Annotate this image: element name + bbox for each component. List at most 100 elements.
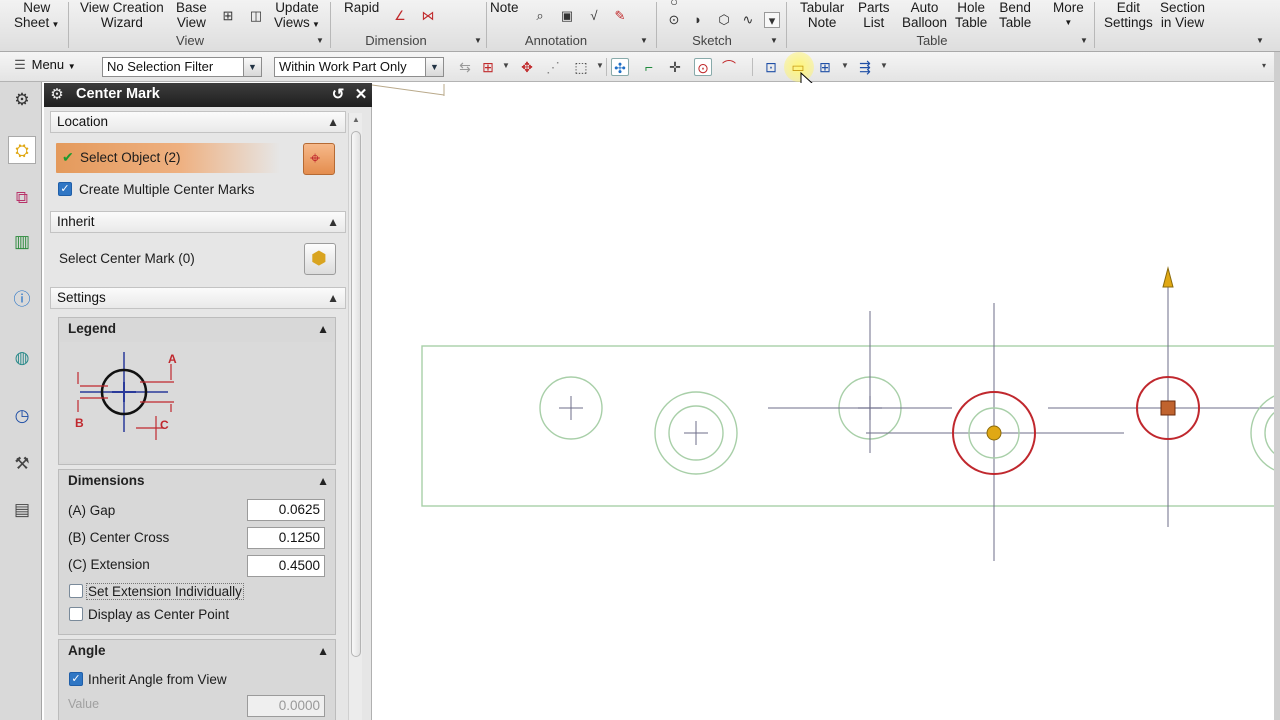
group-expand-icon[interactable]: ▼	[640, 36, 648, 45]
section-in-view-button[interactable]: Section in View	[1160, 0, 1205, 30]
collapse-icon[interactable]: ▲	[327, 288, 339, 308]
center-cross-input[interactable]: 0.1250	[247, 527, 325, 549]
chevron-down-icon[interactable]: ▼	[243, 58, 261, 76]
hole-table-button[interactable]: Hole Table	[955, 0, 987, 30]
view-icon-b[interactable]: ◫	[248, 8, 264, 24]
set-extension-individually-checkbox[interactable]	[69, 584, 83, 598]
menu-button[interactable]: ☰ Menu ▼	[12, 57, 76, 73]
scroll-up-icon[interactable]: ▲	[351, 115, 361, 124]
edit-settings-button[interactable]: Edit Settings	[1104, 0, 1153, 30]
rectangle-select-icon[interactable]: ⬚	[572, 58, 590, 76]
plate-outline[interactable]	[421, 345, 1280, 507]
select-object-row[interactable]: ✔ Select Object (2)	[56, 143, 280, 173]
sketch-circle-icon[interactable]: ○	[666, 0, 682, 10]
group-expand-icon[interactable]: ▼	[1256, 36, 1264, 45]
snap-pattern-icon[interactable]: ⋰	[544, 58, 562, 76]
base-view-button[interactable]: Base View	[176, 0, 207, 30]
view-creation-wizard-button[interactable]: View Creation Wizard	[80, 0, 164, 30]
new-sheet-button[interactable]: New Sheet ▼	[14, 0, 59, 32]
filter-reset-icon[interactable]: ⇆	[456, 58, 474, 76]
hole-1[interactable]	[539, 376, 603, 440]
rapid-dimension-button[interactable]: Rapid	[344, 0, 379, 15]
right-edge-scrollbar[interactable]	[1274, 52, 1280, 720]
update-views-button[interactable]: Update Views ▼	[274, 0, 320, 32]
snap-point-icon[interactable]: ✣	[611, 58, 629, 76]
tabular-note-button[interactable]: Tabular Note	[800, 0, 844, 30]
extension-input[interactable]: 0.4500	[247, 555, 325, 577]
toolbar-overflow-icon[interactable]: ▾	[1262, 61, 1266, 70]
bend-table-button[interactable]: Bend Table	[999, 0, 1031, 30]
sketch-more-icon[interactable]: ▾	[764, 12, 780, 28]
tangent-icon[interactable]: ⌒	[720, 58, 738, 76]
display-center-point-checkbox[interactable]	[69, 607, 83, 621]
view-icon-a[interactable]: ⊞	[220, 8, 236, 24]
part-navigator-icon[interactable]: ⛭	[8, 136, 36, 164]
more-button[interactable]: More ▼	[1053, 0, 1084, 30]
check-icon[interactable]: √	[586, 8, 602, 24]
dimensions-header[interactable]: Dimensions ▲	[59, 470, 335, 492]
gear-icon[interactable]: ⚙	[48, 86, 66, 104]
paint-icon[interactable]: ✎	[612, 8, 628, 24]
web-browser-icon[interactable]: ◍	[8, 344, 36, 372]
gap-input[interactable]: 0.0625	[247, 499, 325, 521]
sketch-point-icon[interactable]: ⊙	[666, 12, 682, 28]
parts-list-button[interactable]: Parts List	[858, 0, 890, 30]
angle-header[interactable]: Angle ▲	[59, 640, 335, 662]
snap-move-icon[interactable]: ✥	[518, 58, 536, 76]
select-center-mark-button[interactable]: ⬢	[304, 243, 336, 275]
inherit-section-header[interactable]: Inherit ▲	[50, 211, 346, 233]
history-clock-icon[interactable]: ◷	[8, 402, 36, 430]
zoom-window-icon[interactable]: ⊡	[762, 58, 780, 76]
sketch-spline-icon[interactable]: ∿	[740, 12, 756, 28]
assembly-navigator-icon[interactable]: ⧉	[8, 184, 36, 212]
direction-arrow-handle[interactable]	[1162, 266, 1174, 288]
group-expand-icon[interactable]: ▼	[474, 36, 482, 45]
grid-icon[interactable]: ⊞	[816, 58, 834, 76]
arc-center-icon[interactable]: ⊙	[694, 58, 712, 76]
select-center-mark-label[interactable]: Select Center Mark (0)	[59, 251, 195, 266]
group-expand-icon[interactable]: ▼	[1080, 36, 1088, 45]
zoom-icon[interactable]: ⌕	[532, 8, 548, 24]
location-section-header[interactable]: Location ▲	[50, 111, 346, 133]
dropdown-arrow-icon[interactable]: ▼	[502, 61, 510, 70]
scroll-thumb[interactable]	[351, 131, 361, 657]
hole-3-center-mark[interactable]	[768, 311, 952, 453]
auto-balloon-button[interactable]: Auto Balloon	[902, 0, 947, 30]
collapse-icon[interactable]: ▲	[317, 470, 329, 492]
dropdown-arrow-icon[interactable]: ▼	[596, 61, 604, 70]
group-expand-icon[interactable]: ▼	[770, 36, 778, 45]
inherit-angle-checkbox[interactable]: ✓	[69, 672, 83, 686]
dialog-scrollbar[interactable]: ▲	[348, 113, 362, 720]
gear-icon[interactable]: ⚙	[8, 86, 36, 114]
settings-section-header[interactable]: Settings ▲	[50, 287, 346, 309]
note-button[interactable]: Note	[490, 0, 519, 15]
roles-icon[interactable]: ▤	[8, 496, 36, 524]
collapse-icon[interactable]: ▲	[327, 212, 339, 232]
reuse-library-icon[interactable]: ▥	[8, 228, 36, 256]
info-icon[interactable]: ⓘ	[8, 286, 36, 314]
dropdown-arrow-icon[interactable]: ▼	[841, 61, 849, 70]
selection-filter-dropdown[interactable]: No Selection Filter ▼	[102, 57, 262, 77]
hole-2[interactable]	[654, 391, 738, 475]
collapse-icon[interactable]: ▲	[317, 318, 329, 340]
hole-5-selected[interactable]	[1048, 283, 1280, 527]
image-icon[interactable]: ▣	[559, 8, 575, 24]
angle-dimension-icon[interactable]: ∠	[392, 8, 408, 24]
legend-header[interactable]: Legend ▲	[59, 318, 335, 340]
intersection-icon[interactable]: ✛	[666, 58, 684, 76]
hole-4-selected[interactable]	[866, 303, 1124, 561]
create-multiple-checkbox[interactable]: ✓	[58, 182, 72, 196]
curve-icon[interactable]: ⌐	[640, 58, 658, 76]
collapse-icon[interactable]: ▲	[327, 112, 339, 132]
process-studio-icon[interactable]: ⚒	[8, 450, 36, 478]
drawing-canvas[interactable]	[372, 83, 1280, 720]
sketch-polygon-icon[interactable]: ⬡	[716, 12, 732, 28]
chevron-down-icon[interactable]: ▼	[425, 58, 443, 76]
dropdown-arrow-icon[interactable]: ▼	[880, 61, 888, 70]
sketch-arc-icon[interactable]: ◗	[690, 12, 706, 28]
scope-filter-dropdown[interactable]: Within Work Part Only ▼	[274, 57, 444, 77]
drawing-svg[interactable]	[372, 83, 1280, 720]
close-icon[interactable]: ✕	[351, 85, 371, 105]
reset-icon[interactable]: ↺	[328, 85, 348, 105]
chain-dimension-icon[interactable]: ⋈	[420, 8, 436, 24]
